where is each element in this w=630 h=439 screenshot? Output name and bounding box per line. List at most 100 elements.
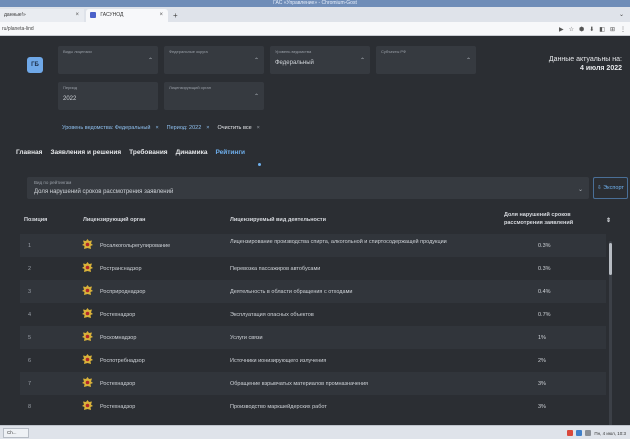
cell-share: 0.3% — [538, 243, 551, 249]
tab-main[interactable]: Главная — [16, 149, 42, 156]
cell-share: 3% — [538, 381, 546, 387]
filter-label: Лицензирующий орган — [169, 85, 211, 90]
play-icon[interactable]: ▶ — [559, 26, 564, 33]
browser-tab-2[interactable]: ГАСУНОД × — [86, 9, 168, 22]
coat-of-arms-icon — [82, 400, 93, 412]
cell-org: Ростехнадзор — [100, 404, 136, 410]
table-row[interactable]: 6 Роспотребнадзор Источники ионизирующего … — [20, 349, 606, 372]
cell-activity: Перевозка пассажиров автобусами — [230, 266, 321, 272]
address-bar: ru/planeta-lind ▶ ☆ ⬢ ⬇ ◧ ⊞ ⋮ — [0, 22, 630, 36]
filter-label: Виды лицензии — [63, 49, 92, 54]
tray-icon[interactable] — [567, 430, 574, 436]
new-tab-button[interactable]: + — [173, 9, 178, 22]
close-icon[interactable]: × — [206, 125, 209, 131]
os-taskbar: Ch... Пн, 4 июл, 10:3 — [0, 425, 630, 439]
clock: Пн, 4 июл, 10:3 — [594, 430, 626, 436]
clear-all-button[interactable]: Очистить все × — [217, 125, 259, 131]
clear-all-label: Очистить все — [217, 125, 252, 131]
col-position: Позиция — [24, 217, 48, 223]
cell-position: 8 — [28, 404, 32, 410]
filter-label: Субъекты РФ — [381, 49, 407, 54]
cell-org: Ространснадзор — [100, 266, 142, 272]
coat-of-arms-icon — [82, 331, 93, 343]
updated-label: Данные актуальны на: — [548, 56, 622, 63]
table-row[interactable]: 2 Ространснадзор Перевозка пассажиров авто… — [20, 257, 606, 280]
extension-icon[interactable]: ⬢ — [579, 26, 584, 33]
system-tray: Пн, 4 июл, 10:3 — [567, 426, 626, 439]
col-activity: Лицензируемый вид деятельности — [230, 217, 326, 223]
cell-position: 2 — [28, 266, 32, 272]
browser-toolbar: ▶ ☆ ⬢ ⬇ ◧ ⊞ ⋮ — [559, 22, 626, 36]
cell-activity: Эксплуатация опасных объектов — [230, 312, 314, 318]
cell-activity: Деятельность в области обращения с отход… — [230, 289, 353, 295]
cell-org: Ростехнадзор — [100, 312, 136, 318]
favicon-icon — [90, 11, 96, 18]
tab-ratings[interactable]: Рейтинги — [215, 149, 245, 156]
table-row[interactable]: 7 Ростехнадзор Обращение взрывчатых матери… — [20, 372, 606, 395]
filter-period[interactable]: Период 2022 — [58, 82, 158, 110]
filter-chip[interactable]: Период: 2022 × — [167, 125, 210, 131]
url-field[interactable]: ru/planeta-lind — [2, 22, 34, 36]
cell-activity: Производство маркшейдерских работ — [230, 404, 327, 410]
tray-icon[interactable] — [576, 430, 583, 436]
tab-requirements[interactable]: Требования — [129, 149, 167, 156]
cell-position: 6 — [28, 358, 32, 364]
bookmark-star-icon[interactable]: ☆ — [569, 26, 574, 33]
sidebar-icon[interactable]: ◧ — [599, 26, 605, 33]
tab-dynamics[interactable]: Динамика — [176, 149, 208, 156]
table-row[interactable]: 1 Росалкогольрегулирование Лицензирование … — [20, 234, 606, 257]
main-nav: Главная Заявления и решения Требования Д… — [16, 149, 245, 156]
rating-type-select[interactable]: Вид по рейтингам Доля нарушений сроков р… — [27, 177, 589, 199]
app-logo[interactable]: ГБ — [27, 57, 43, 73]
table-row[interactable]: 8 Ростехнадзор Производство маркшейдерских… — [20, 395, 606, 418]
filter-regions[interactable]: Субъекты РФ ⌃ — [376, 46, 476, 74]
cell-activity: Обращение взрывчатых материалов промназн… — [230, 381, 369, 387]
tab-applications[interactable]: Заявления и решения — [50, 149, 121, 156]
dashboard-app: ГБ Виды лицензии ⌃ Федеральные округа ⌃ … — [0, 36, 630, 426]
cell-org: Ростехнадзор — [100, 381, 136, 387]
filter-label: Федеральные округа — [169, 49, 208, 54]
close-tab-icon[interactable]: × — [75, 9, 79, 22]
filter-agency-level[interactable]: Уровень ведомства Федеральный ⌃ — [270, 46, 370, 74]
filter-license-types[interactable]: Виды лицензии ⌃ — [58, 46, 158, 74]
select-label: Вид по рейтингам — [34, 180, 72, 185]
grid-icon[interactable]: ⊞ — [610, 26, 615, 33]
chip-label: Период: 2022 — [166, 125, 202, 131]
table-row[interactable]: 4 Ростехнадзор Эксплуатация опасных объект… — [20, 303, 606, 326]
chevron-down-icon: ⌄ — [577, 187, 583, 193]
filter-value: Федеральный — [275, 60, 314, 66]
cell-org: Роскомнадзор — [100, 335, 137, 341]
filter-chip[interactable]: Уровень ведомства: Федеральный × — [62, 125, 159, 131]
taskbar-app-button[interactable]: Ch... — [3, 428, 29, 438]
coat-of-arms-icon — [82, 285, 93, 297]
table-scrollbar[interactable] — [609, 241, 612, 426]
filter-label: Период — [63, 85, 78, 90]
coat-of-arms-icon — [82, 262, 93, 274]
cell-org: Роспотребнадзор — [100, 358, 145, 364]
coat-of-arms-icon — [82, 354, 93, 366]
table-header: Позиция Лицензирующий орган Лицензируемы… — [20, 206, 620, 234]
cell-position: 1 — [28, 243, 32, 249]
active-filter-chips: Уровень ведомства: Федеральный × Период: … — [62, 122, 260, 134]
tab-menu-icon[interactable]: ⌄ — [619, 9, 624, 22]
download-icon[interactable]: ⬇ — [589, 26, 594, 33]
close-tab-icon[interactable]: × — [159, 9, 163, 22]
filter-licensing-authority[interactable]: Лицензирующий орган ⌃ — [164, 82, 264, 110]
close-icon[interactable]: × — [257, 125, 260, 131]
chevron-down-icon: ⌃ — [465, 58, 471, 64]
chevron-down-icon: ⌃ — [253, 94, 259, 100]
updated-date: 4 июля 2022 — [580, 65, 622, 72]
table-row[interactable]: 5 Роскомнадзор Услуги связи 1% — [20, 326, 606, 349]
table-row[interactable]: 3 Росприроднадзор Деятельность в области о… — [20, 280, 606, 303]
scrollbar-thumb[interactable] — [609, 243, 612, 275]
cell-position: 7 — [28, 381, 32, 387]
sort-icon[interactable]: ⇕ — [606, 217, 611, 224]
filter-federal-districts[interactable]: Федеральные округа ⌃ — [164, 46, 264, 74]
browser-tab-1[interactable]: данные!» × — [0, 9, 84, 22]
cell-position: 4 — [28, 312, 32, 318]
export-button[interactable]: ⇩ Экспорт — [593, 177, 628, 199]
select-value: Доля нарушений сроков рассмотрения заявл… — [34, 189, 174, 195]
tray-icon[interactable] — [585, 430, 592, 436]
close-icon[interactable]: × — [155, 125, 158, 131]
menu-icon[interactable]: ⋮ — [620, 26, 626, 33]
